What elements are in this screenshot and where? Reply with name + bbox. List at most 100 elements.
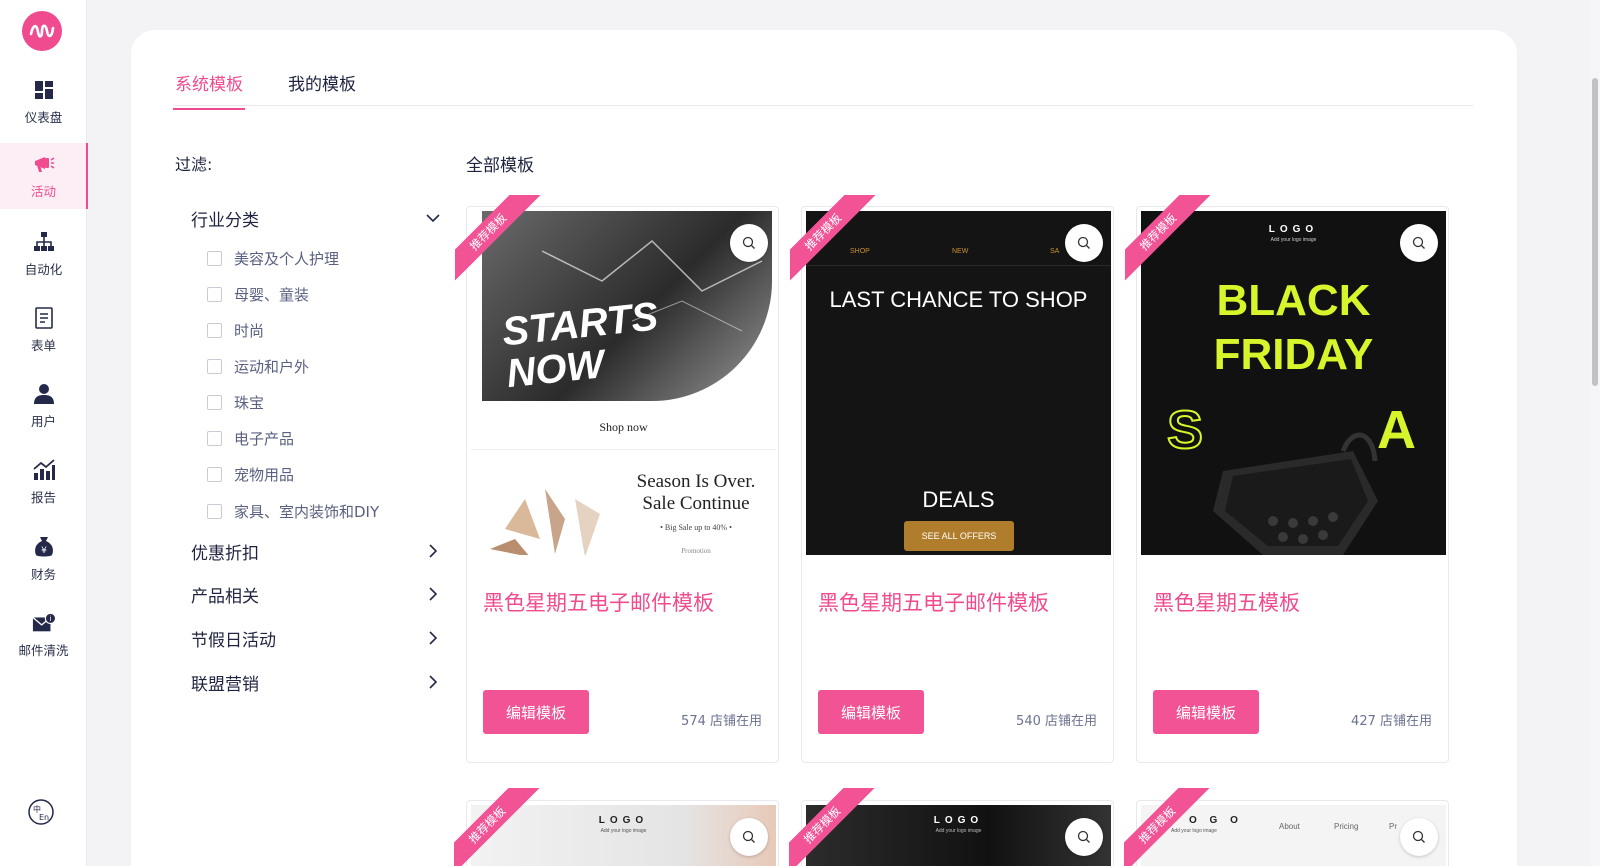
usage-count: 540 店铺在用 xyxy=(1016,714,1097,729)
category-label: 行业分类 xyxy=(191,210,259,231)
nav-label: 用户 xyxy=(30,414,56,429)
checkbox[interactable] xyxy=(207,466,222,482)
finance-icon: ¥ xyxy=(32,535,56,559)
preview-deals: DEALS xyxy=(922,487,995,512)
tab-system-templates[interactable]: 系统模板 xyxy=(173,70,245,110)
edit-template-button[interactable]: 编辑模板 xyxy=(483,690,589,734)
recommended-ribbon: 推荐模板 xyxy=(1125,195,1215,285)
zoom-icon[interactable] xyxy=(1065,818,1103,856)
zoom-icon[interactable] xyxy=(1400,818,1438,856)
svg-text:¥: ¥ xyxy=(41,546,47,556)
template-card[interactable]: STARTS NOW Shop now Season Is Over. Sale… xyxy=(455,195,779,763)
checkbox[interactable] xyxy=(207,322,222,338)
template-card[interactable]: LOGO Add your logo image BLACK FRIDAY S … xyxy=(1125,195,1449,763)
preview-nav-pr: Pr xyxy=(1389,822,1397,831)
chevron-down-icon xyxy=(426,214,440,223)
option-label: 美容及个人护理 xyxy=(234,249,340,268)
chevron-right-icon xyxy=(429,631,438,645)
template-card[interactable]: SHOP NEW SA LAST CHANCE TO SHOP DEALS SE… xyxy=(790,195,1114,763)
zoom-icon[interactable] xyxy=(1400,224,1438,262)
category-affiliate[interactable]: 联盟营销 xyxy=(191,670,441,695)
template-name: 黑色星期五电子邮件模板 xyxy=(483,591,714,615)
checkbox[interactable] xyxy=(207,358,222,374)
checkbox[interactable] xyxy=(207,286,222,302)
category-holiday[interactable]: 节假日活动 xyxy=(191,626,441,651)
option-label: 宠物用品 xyxy=(234,465,295,484)
nav-campaigns[interactable]: 活动 xyxy=(0,143,88,209)
recommended-ribbon: 推荐模板 xyxy=(1124,788,1214,866)
scrollbar-thumb[interactable] xyxy=(1592,78,1598,386)
filter-option[interactable]: 宠物用品 xyxy=(207,464,294,484)
filter-title: 过滤: xyxy=(175,155,213,174)
report-icon xyxy=(32,458,56,482)
nav-dashboard[interactable]: 仪表盘 xyxy=(0,69,87,135)
preview-nav-sale: SA xyxy=(1050,248,1060,255)
option-label: 母婴、童装 xyxy=(234,285,310,304)
ribbon-label: 推荐模板 xyxy=(455,195,542,285)
scrollbar[interactable] xyxy=(1590,0,1600,866)
category-label: 联盟营销 xyxy=(191,674,259,695)
filter-option[interactable]: 珠宝 xyxy=(207,392,264,412)
nav-reports[interactable]: 报告 xyxy=(0,449,87,515)
nav-label: 邮件清洗 xyxy=(18,643,69,658)
preview-subhead1: Season Is Over. xyxy=(636,471,756,492)
preview-note2: Promotion xyxy=(681,547,711,555)
preview-headline: LAST CHANCE TO SHOP xyxy=(829,287,1088,312)
recommended-ribbon: 推荐模板 xyxy=(454,788,544,866)
option-label: 电子产品 xyxy=(234,429,295,448)
app-logo[interactable] xyxy=(22,11,62,51)
filter-option[interactable]: 美容及个人护理 xyxy=(207,248,339,268)
preview-subhead2: Sale Continue xyxy=(642,493,750,514)
category-product[interactable]: 产品相关 xyxy=(191,582,441,607)
filter-option[interactable]: 母婴、童装 xyxy=(207,284,309,304)
chevron-right-icon xyxy=(429,587,438,601)
category-discount[interactable]: 优惠折扣 xyxy=(191,539,441,564)
nav-forms[interactable]: 表单 xyxy=(0,297,87,363)
option-label: 运动和户外 xyxy=(234,357,310,376)
chevron-right-icon xyxy=(429,675,438,689)
checkbox[interactable] xyxy=(207,250,222,266)
main-panel: 系统模板 我的模板 过滤: 行业分类 美容及个人护理 母婴、童装 时尚 运动和户… xyxy=(131,30,1517,866)
preview-nav-new: NEW xyxy=(952,248,969,255)
checkbox[interactable] xyxy=(207,503,222,519)
nav-users[interactable]: 用户 xyxy=(0,373,87,439)
tab-my-templates[interactable]: 我的模板 xyxy=(288,70,356,95)
ribbon-label: 推荐模板 xyxy=(454,788,541,866)
preview-cta: SEE ALL OFFERS xyxy=(904,521,1014,551)
filter-option[interactable]: 时尚 xyxy=(207,320,264,340)
nav-finance[interactable]: ¥ 财务 xyxy=(0,526,87,592)
preview-note: • Big Sale up to 40% • xyxy=(660,523,732,532)
ribbon-label: 推荐模板 xyxy=(789,788,876,866)
checkbox[interactable] xyxy=(207,430,222,446)
category-label: 产品相关 xyxy=(191,586,259,607)
nav-mail-clean[interactable]: i 邮件清洗 xyxy=(0,602,87,668)
option-label: 家具、室内装饰和DIY xyxy=(234,502,380,521)
filter-option[interactable]: 电子产品 xyxy=(207,428,294,448)
zoom-icon[interactable] xyxy=(1065,224,1103,262)
option-label: 时尚 xyxy=(234,321,265,340)
nav-automation[interactable]: 自动化 xyxy=(0,221,87,287)
zoom-icon[interactable] xyxy=(730,818,768,856)
edit-template-button[interactable]: 编辑模板 xyxy=(818,690,924,734)
category-industry[interactable]: 行业分类 xyxy=(191,206,441,231)
nav-label: 财务 xyxy=(30,567,56,582)
filter-option[interactable]: 家具、室内装饰和DIY xyxy=(207,501,379,521)
nav-label: 报告 xyxy=(30,490,56,505)
usage-count: 574 店铺在用 xyxy=(681,714,762,729)
edit-template-button[interactable]: 编辑模板 xyxy=(1153,690,1259,734)
preview-cta: Shop now xyxy=(599,420,648,434)
recommended-ribbon: 推荐模板 xyxy=(455,195,545,285)
filter-option[interactable]: 运动和户外 xyxy=(207,356,309,376)
checkbox[interactable] xyxy=(207,394,222,410)
shoes-image xyxy=(485,469,625,555)
preview-nav-about: About xyxy=(1279,822,1300,831)
language-switch-icon[interactable]: 中 En xyxy=(27,798,55,826)
templates-title: 全部模板 xyxy=(466,156,534,176)
sidebar: 仪表盘 活动 自动化 表单 用户 报告 ¥ 财务 i 邮件清洗 中 En xyxy=(0,0,88,866)
preview-line2: FRIDAY xyxy=(1213,330,1374,379)
preview-letter-s: S xyxy=(1166,399,1204,461)
zoom-icon[interactable] xyxy=(730,224,768,262)
nav-label: 表单 xyxy=(30,338,56,353)
tab-bar: 系统模板 我的模板 xyxy=(173,30,1473,110)
nav-label: 活动 xyxy=(30,184,56,199)
